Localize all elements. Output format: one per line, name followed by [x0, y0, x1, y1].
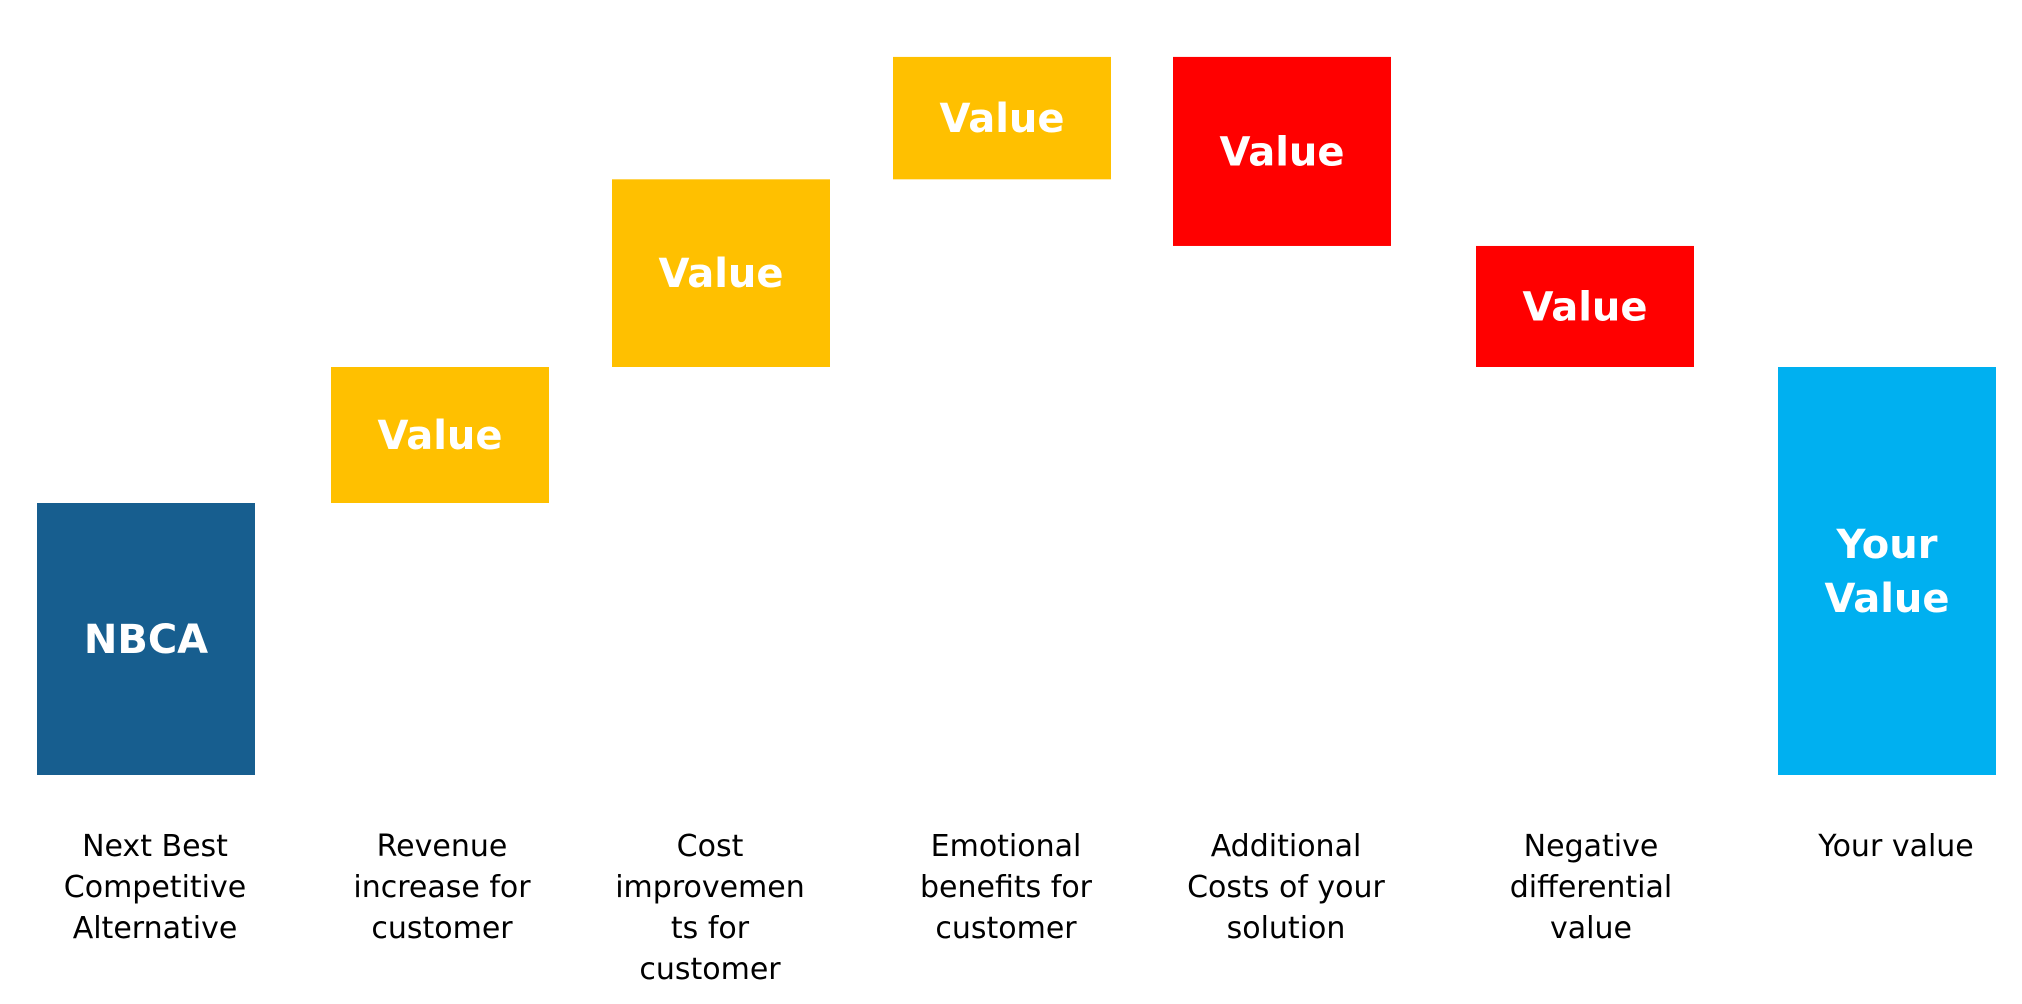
bar-total — [1778, 367, 1996, 775]
category-tick-label: benefits for — [920, 870, 1093, 905]
category-tick-label: Additional — [1211, 829, 1362, 864]
bar-data-label: Your — [1836, 522, 1938, 568]
bars-group: NBCA Value Value Value Value Value Your Value — [37, 56, 1996, 775]
bar-data-label: Value — [1824, 576, 1949, 622]
category-tick-label: Revenue — [377, 829, 508, 864]
category-tick-label: Costs of your — [1187, 870, 1385, 905]
category-tick-label: customer — [371, 911, 513, 946]
bar-data-label: Value — [1219, 129, 1344, 175]
category-tick-label: value — [1550, 911, 1632, 946]
category-tick-label: differential — [1510, 870, 1672, 905]
category-tick-label: solution — [1227, 911, 1346, 946]
category-tick-label: Negative — [1524, 829, 1659, 864]
bar-data-label: NBCA — [84, 617, 208, 663]
bar-data-label: Value — [1522, 284, 1647, 330]
bar-data-label: Value — [377, 413, 502, 459]
category-tick-label: Next Best — [82, 829, 228, 864]
category-tick-label: customer — [639, 952, 781, 987]
category-tick-label: Your value — [1817, 829, 1974, 864]
bar-data-label: Value — [658, 251, 783, 297]
category-tick-label: Alternative — [73, 911, 238, 946]
bar-data-label: Value — [939, 96, 1064, 142]
category-tick-label: Competitive — [64, 870, 246, 905]
waterfall-chart: NBCA Value Value Value Value Value Your Value N… — [37, 56, 1996, 987]
category-tick-label: ts for — [671, 911, 750, 946]
category-tick-label: Emotional — [931, 829, 1082, 864]
category-tick-label: improvemen — [615, 870, 805, 905]
category-tick-label: customer — [935, 911, 1077, 946]
category-labels-group: Next Best Competitive Alternative Revenue in… — [64, 829, 1974, 987]
category-tick-label: Cost — [677, 829, 744, 864]
category-tick-label: increase for — [353, 870, 531, 905]
